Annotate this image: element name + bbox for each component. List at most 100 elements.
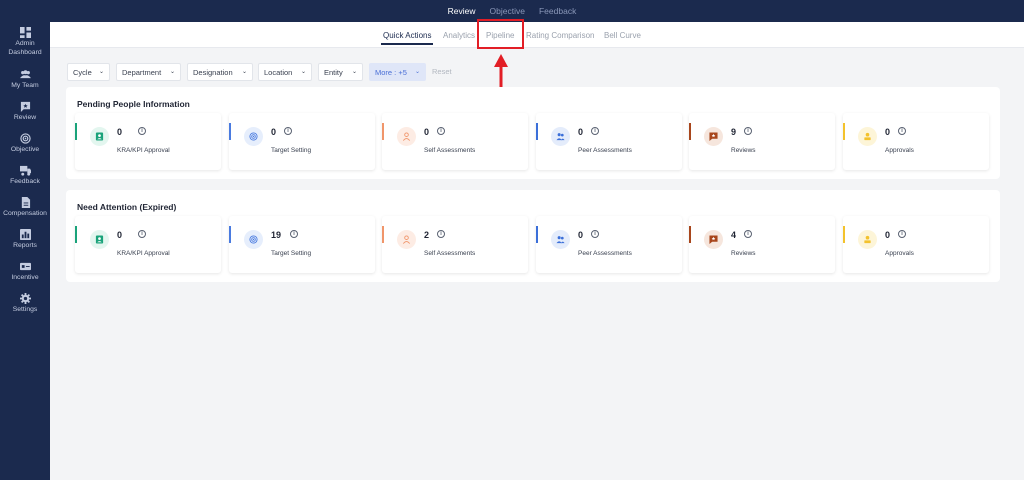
sidebar-item-label: Feedback xyxy=(10,178,40,185)
top-nav-review[interactable]: Review xyxy=(448,6,476,16)
card-accent-bar xyxy=(536,123,538,140)
info-icon[interactable]: i xyxy=(138,127,146,135)
target-setting-card[interactable]: 19 i Target Setting xyxy=(229,216,375,273)
card-label: KRA/KPI Approval xyxy=(117,250,170,257)
card-accent-bar xyxy=(843,226,845,243)
card-icon-wrap xyxy=(551,127,570,146)
card-icon-wrap xyxy=(858,230,877,249)
info-icon[interactable]: i xyxy=(744,127,752,135)
card-label: Peer Assessments xyxy=(578,147,632,154)
sidebar-item-settings[interactable]: Settings xyxy=(0,293,50,315)
kra-kpi-approval-card[interactable]: 0 i KRA/KPI Approval xyxy=(75,216,221,273)
info-icon[interactable]: i xyxy=(138,230,146,238)
sidebar-item-reports[interactable]: Reports xyxy=(0,229,50,251)
tab-rating-comparison[interactable]: Rating Comparison xyxy=(526,31,594,40)
peer-assessments-card[interactable]: 0 i Peer Assessments xyxy=(536,216,682,273)
card-accent-bar xyxy=(229,226,231,243)
sidebar-item-admin-dashboard[interactable]: Admin Dashboard xyxy=(0,27,50,57)
gear-icon xyxy=(19,293,31,304)
pipeline-highlight-box xyxy=(477,19,524,49)
card-icon-wrap xyxy=(397,127,416,146)
card-accent-bar xyxy=(75,123,77,140)
person-icon xyxy=(402,132,411,141)
card-count: 0 xyxy=(885,127,891,137)
sidebar-item-my-team[interactable]: My Team xyxy=(0,69,50,91)
sidebar-item-label: Incentive xyxy=(11,274,39,281)
info-icon[interactable]: i xyxy=(284,127,292,135)
approval-user-icon xyxy=(864,235,871,244)
info-icon[interactable]: i xyxy=(898,230,906,238)
sidebar-item-objective[interactable]: Objective xyxy=(0,133,50,155)
card-count: 0 xyxy=(578,127,584,137)
info-icon[interactable]: i xyxy=(290,230,298,238)
entity-filter-label: Entity xyxy=(324,67,343,77)
card-label: Reviews xyxy=(731,250,756,257)
reviews-card[interactable]: 4 i Reviews xyxy=(689,216,835,273)
sidebar-item-review[interactable]: Review xyxy=(0,101,50,123)
designation-filter[interactable]: Designation ⌄ xyxy=(187,63,253,81)
sidebar-item-compensation[interactable]: Compensation xyxy=(0,197,50,219)
info-icon[interactable]: i xyxy=(898,127,906,135)
sidebar-item-label: Reports xyxy=(13,242,37,249)
approvals-card[interactable]: 0 i Approvals xyxy=(843,216,989,273)
sidebar-item-feedback[interactable]: Feedback xyxy=(0,165,50,187)
review-icon xyxy=(709,235,718,244)
person-icon xyxy=(402,235,411,244)
self-assessments-card[interactable]: 0 i Self Assessments xyxy=(382,113,528,170)
card-count: 0 xyxy=(117,127,123,137)
kra-kpi-approval-card[interactable]: 0 i KRA/KPI Approval xyxy=(75,113,221,170)
info-icon[interactable]: i xyxy=(744,230,752,238)
target-icon xyxy=(19,133,31,144)
card-accent-bar xyxy=(382,123,384,140)
top-nav-feedback[interactable]: Feedback xyxy=(539,6,576,16)
card-label: Reviews xyxy=(731,147,756,154)
info-icon[interactable]: i xyxy=(437,230,445,238)
location-filter[interactable]: Location ⌄ xyxy=(258,63,312,81)
card-count: 0 xyxy=(578,230,584,240)
info-icon[interactable]: i xyxy=(591,230,599,238)
department-filter[interactable]: Department ⌄ xyxy=(116,63,181,81)
card-count: 0 xyxy=(117,230,123,240)
card-label: KRA/KPI Approval xyxy=(117,147,170,154)
approvals-card[interactable]: 0 i Approvals xyxy=(843,113,989,170)
tab-bell-curve[interactable]: Bell Curve xyxy=(604,31,641,40)
pending-people-panel: Pending People Information 0 i KRA/KPI A… xyxy=(66,87,1000,179)
sidebar-item-label: Review xyxy=(13,114,37,121)
entity-filter[interactable]: Entity ⌄ xyxy=(318,63,363,81)
card-icon-wrap xyxy=(90,127,109,146)
card-accent-bar xyxy=(843,123,845,140)
reviews-card[interactable]: 9 i Reviews xyxy=(689,113,835,170)
card-label: Approvals xyxy=(885,250,914,257)
sidebar-item-incentive[interactable]: Incentive xyxy=(0,261,50,283)
team-icon xyxy=(19,70,31,79)
department-filter-label: Department xyxy=(122,67,162,77)
target-setting-card[interactable]: 0 i Target Setting xyxy=(229,113,375,170)
target-icon xyxy=(249,235,258,244)
more-filters-button[interactable]: More : +5 ⌄ xyxy=(369,63,426,81)
card-icon-wrap xyxy=(704,230,723,249)
card-accent-bar xyxy=(229,123,231,140)
cycle-filter[interactable]: Cycle ⌄ xyxy=(67,63,110,81)
panel-title: Pending People Information xyxy=(77,99,190,109)
info-icon[interactable]: i xyxy=(437,127,445,135)
reset-button[interactable]: Reset xyxy=(432,67,452,76)
approval-user-icon xyxy=(864,132,871,141)
peer-assessments-card[interactable]: 0 i Peer Assessments xyxy=(536,113,682,170)
chevron-down-icon: ⌄ xyxy=(414,69,420,75)
id-badge-icon xyxy=(95,235,104,244)
tab-quick-actions[interactable]: Quick Actions xyxy=(383,31,431,40)
tab-analytics[interactable]: Analytics xyxy=(443,31,475,40)
chevron-down-icon: ⌄ xyxy=(169,69,175,75)
top-nav-objective[interactable]: Objective xyxy=(490,6,525,16)
self-assessments-card[interactable]: 2 i Self Assessments xyxy=(382,216,528,273)
chevron-down-icon: ⌄ xyxy=(98,69,104,75)
chevron-down-icon: ⌄ xyxy=(351,69,357,75)
card-icon-wrap xyxy=(704,127,723,146)
card-icon-wrap xyxy=(551,230,570,249)
card-accent-bar xyxy=(382,226,384,243)
card-count: 0 xyxy=(885,230,891,240)
card-accent-bar xyxy=(689,123,691,140)
need-attention-panel: Need Attention (Expired) 0 i KRA/KPI App… xyxy=(66,190,1000,282)
info-icon[interactable]: i xyxy=(591,127,599,135)
incentive-icon xyxy=(19,262,31,271)
